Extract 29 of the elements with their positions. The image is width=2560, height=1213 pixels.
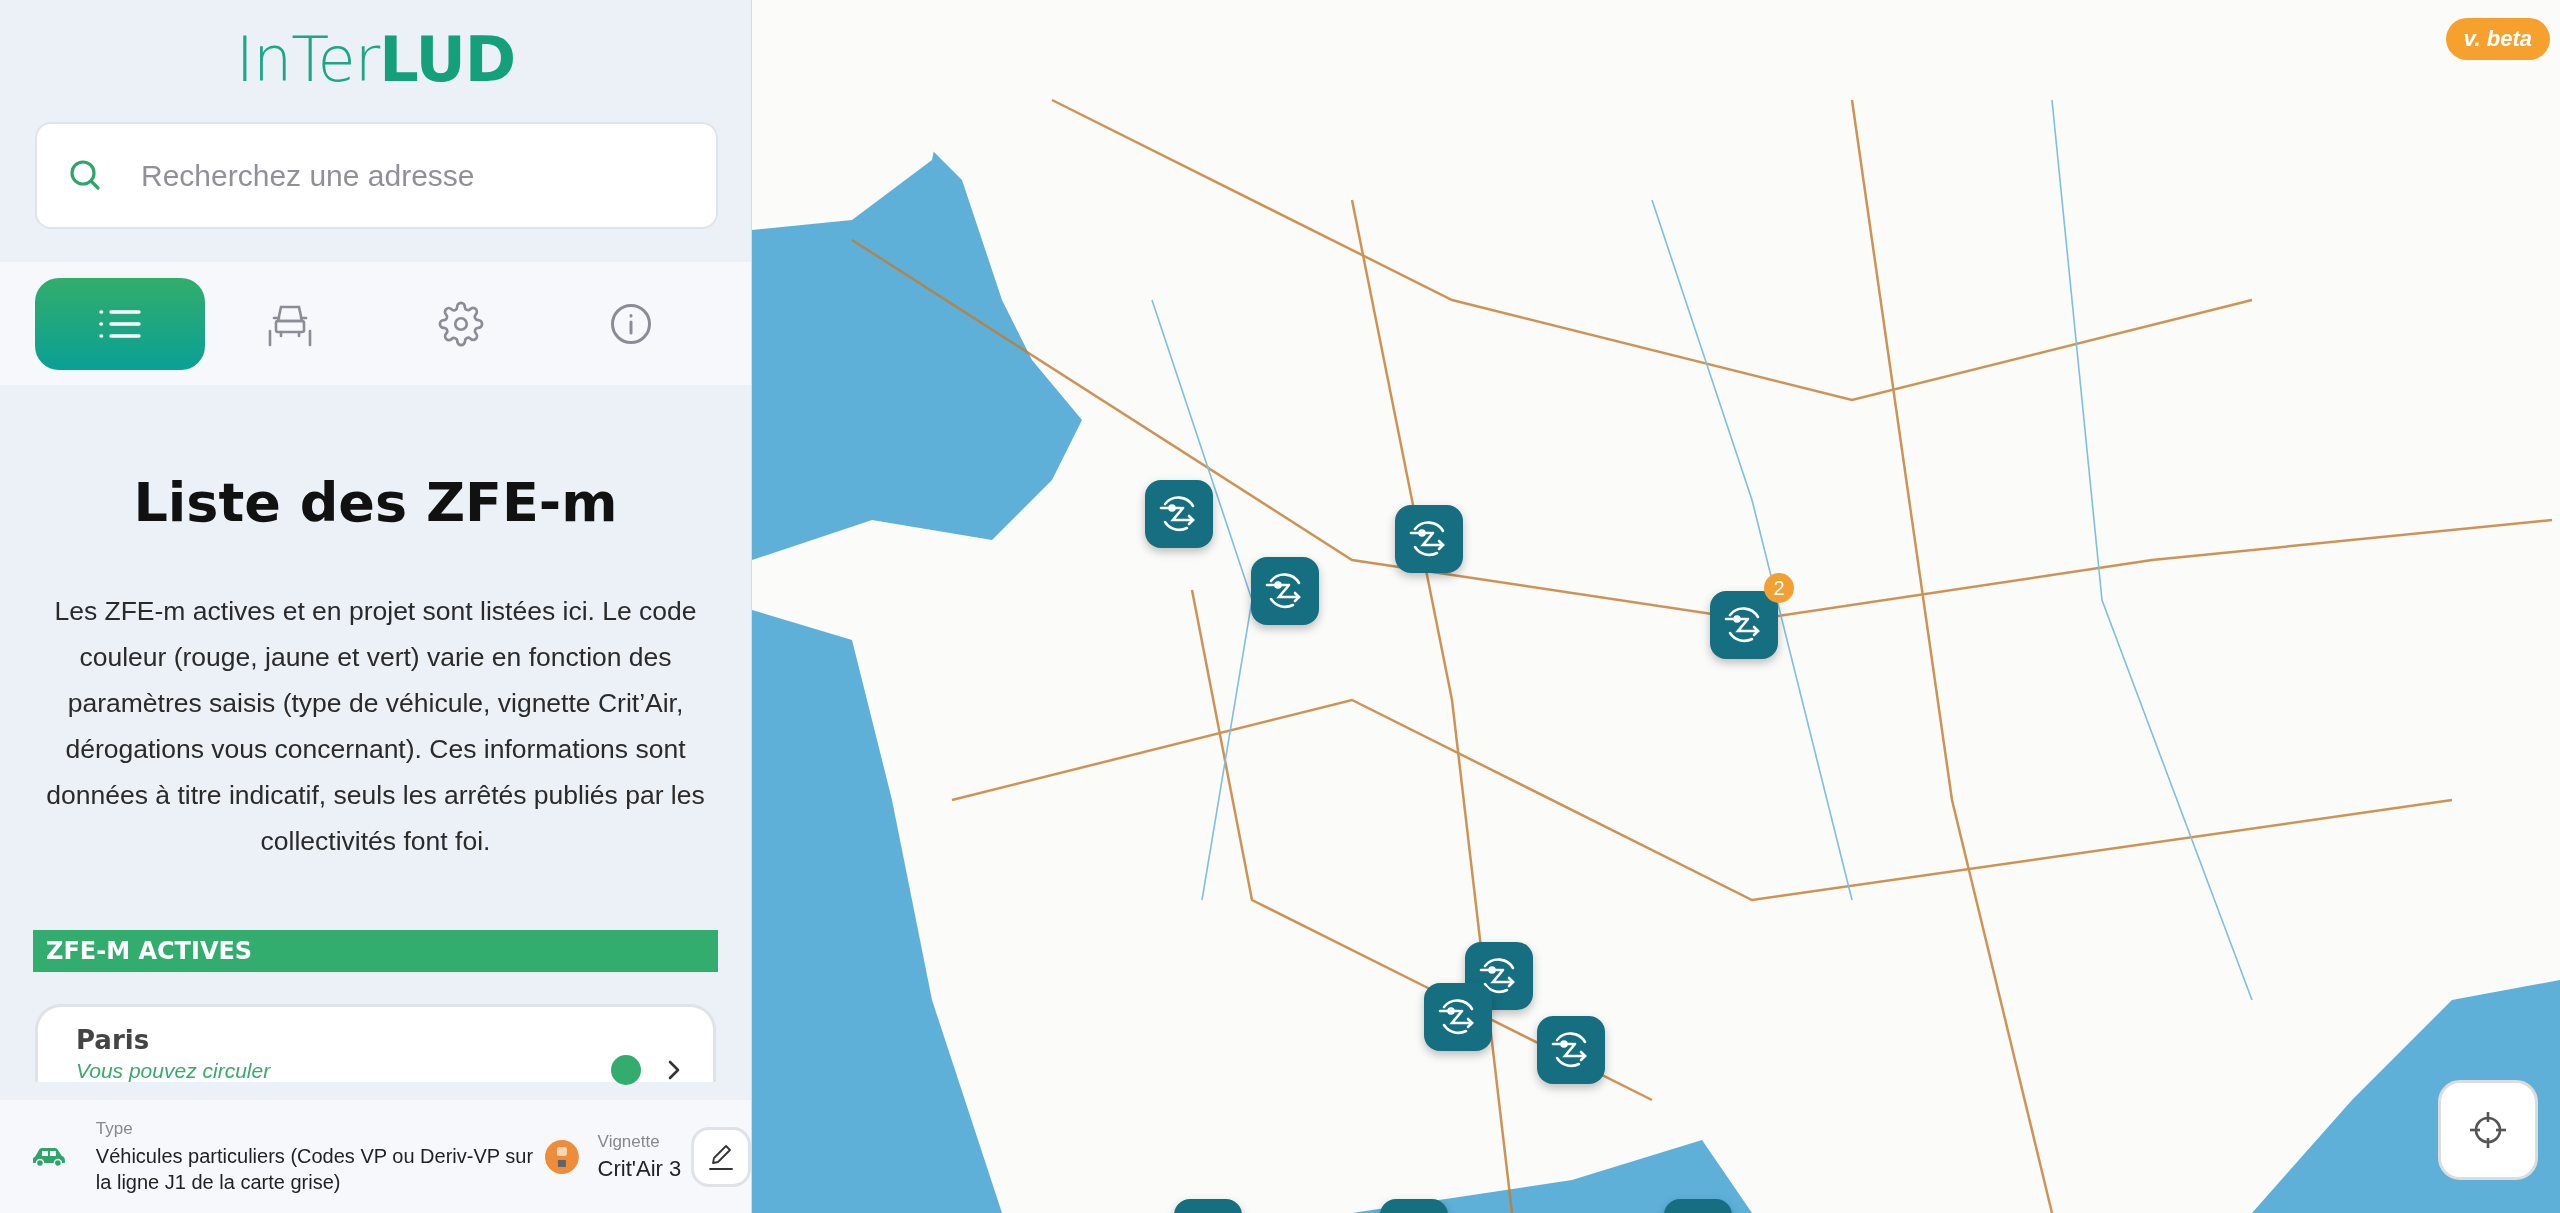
chevron-right-icon <box>667 1059 681 1081</box>
version-badge: v. beta <box>2445 18 2550 60</box>
type-label: Type <box>95 1118 134 1139</box>
locate-button[interactable] <box>2438 1080 2538 1180</box>
page-title: Liste des ZFE-m <box>132 471 619 536</box>
vignette-sticker-icon <box>543 1138 580 1175</box>
list-icon <box>99 309 141 340</box>
car-icon <box>32 1146 66 1167</box>
zone-marker[interactable] <box>1537 1016 1605 1084</box>
vignette-label: Vignette <box>597 1131 661 1152</box>
search-field[interactable]: Recherchez une adresse <box>35 122 718 230</box>
zone-marker[interactable] <box>1145 480 1213 548</box>
zone-marker[interactable] <box>1395 505 1463 573</box>
vignette-value: Crit'Air 3 <box>597 1155 683 1182</box>
settings-icon <box>437 301 484 348</box>
description-text: Les ZFE-m actives et en projet sont listées ici. Le code couleur (rouge, jaune et vert) varie en fonction des paramètres saisis (type de véhicule, vignette Crit’Air, dérogations vous concernant). Ces informations sont données à titre indicatif, seuls les arrêtés publiés par les collectivités font foi. <box>45 595 706 858</box>
zone-marker[interactable] <box>1424 983 1492 1051</box>
vehicle-type: Véhicules particuliers (Codes VP ou Deriv-VP sur la ligne J1 de la carte grise) <box>95 1143 535 1195</box>
section-header: ZFE-M ACTIVES <box>33 930 718 972</box>
info-icon <box>609 303 652 346</box>
pencil-icon <box>707 1142 736 1171</box>
zone-name: Paris <box>76 1025 151 1055</box>
edit-button[interactable] <box>691 1126 751 1187</box>
list-tab[interactable] <box>35 278 205 371</box>
crosshair-icon <box>2468 1110 2508 1150</box>
zone-marker[interactable] <box>1251 557 1319 625</box>
zone-card[interactable]: Paris Vous pouvez circuler <box>35 1004 716 1082</box>
logo: InTerLUD <box>235 26 516 95</box>
zone-status: Vous pouvez circuler <box>76 1059 272 1083</box>
